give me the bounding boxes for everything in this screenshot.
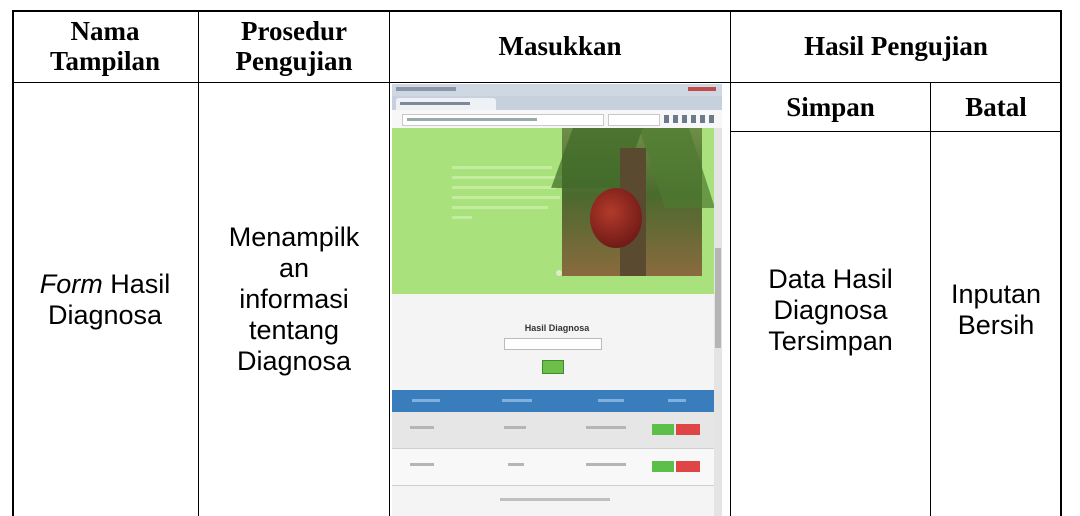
header-masukkan: Masukkan [390,10,730,82]
prosedur-line: an [278,253,310,283]
simpan-line: Data Hasil [768,263,893,294]
nama-line2: Diagnosa [47,299,163,330]
prosedur-line: Menampilk [228,222,360,252]
app-screenshot: Hasil Diagnosa [392,84,722,516]
delete-button [676,424,700,435]
subheader-simpan-label: Simpan [786,92,875,122]
page-scrollbar [714,128,722,516]
browser-menubar [392,84,722,96]
scrollbar-thumb [715,248,721,348]
results-table-row [392,412,714,449]
header-hasil-pengujian: Hasil Pengujian [731,10,1061,82]
header-nama-tampilan: Nama Tampilan [12,10,198,82]
prosedur-line: tentang [248,315,340,345]
prosedur-line: Diagnosa [236,346,352,376]
batal-line: Inputan [950,279,1042,309]
header-nama-line1: Nama [70,16,140,46]
header-masukkan-label: Masukkan [498,31,622,61]
header-prosedur-line2: Pengujian [235,46,353,76]
subheader-batal: Batal [931,83,1061,131]
results-table-row [392,449,714,486]
hero-banner [392,128,715,294]
browser-addressbar [392,110,722,129]
subheader-batal-label: Batal [965,92,1027,122]
cell-nama-tampilan: Form Hasil Diagnosa [12,83,198,516]
browser-tabbar [392,96,722,110]
browser-tab [396,98,496,110]
header-nama-line2: Tampilan [49,46,161,76]
hero-text-block [452,166,562,226]
col-divider-2 [389,10,390,516]
carousel-dot [556,270,562,276]
nama-italic: Form [39,268,103,299]
cell-simpan-result: Data Hasil Diagnosa Tersimpan [731,132,930,516]
header-hasil-label: Hasil Pengujian [804,31,988,61]
cell-batal-result: Inputan Bersih [931,132,1061,516]
results-table-header [392,390,714,412]
cell-prosedur: Menampilk an informasi tentang Diagnosa [199,83,389,516]
subheader-simpan: Simpan [731,83,930,131]
url-field [402,114,604,126]
prosedur-line: informasi [239,284,349,314]
palm-oil-image [551,128,715,276]
form-title: Hasil Diagnosa [524,323,590,333]
page-footer [500,498,610,501]
delete-button [676,461,700,472]
nama-line1: Form Hasil [40,269,171,300]
header-prosedur-line1: Prosedur [241,16,347,46]
edit-button [652,461,674,472]
simpan-line: Tersimpan [768,325,893,356]
browser-toolbar-icons [664,115,718,123]
edit-button [652,424,674,435]
form-input [504,338,602,350]
simpan-line: Diagnosa [773,294,888,325]
nama-rest: Hasil [102,268,171,299]
batal-line: Bersih [957,310,1035,340]
browser-search-field [608,114,660,126]
header-prosedur-pengujian: Prosedur Pengujian [199,10,389,82]
form-submit-button [542,360,564,374]
